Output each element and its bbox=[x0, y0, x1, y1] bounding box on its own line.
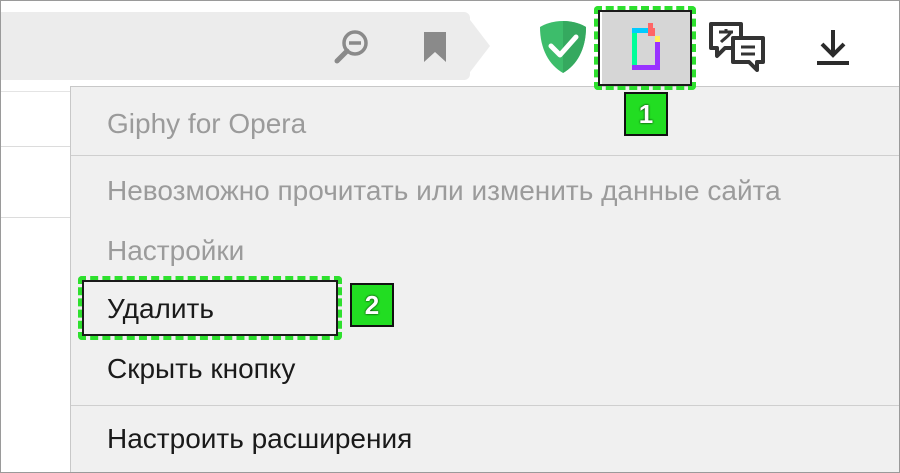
menu-item-settings: Настройки bbox=[107, 235, 245, 266]
menu-title: Giphy for Opera bbox=[107, 108, 307, 139]
menu-item-manage-extensions[interactable]: Настроить расширения bbox=[107, 423, 412, 455]
step-badge-1: 1 bbox=[624, 92, 668, 136]
highlight-frame-giphy bbox=[594, 6, 696, 90]
adguard-shield-icon[interactable] bbox=[534, 18, 592, 76]
menu-separator bbox=[71, 405, 900, 406]
menu-item-site-access: Невозможно прочитать или изменить данные… bbox=[107, 175, 781, 206]
address-bar[interactable] bbox=[0, 12, 470, 80]
menu-item-hide-button[interactable]: Скрыть кнопку bbox=[107, 353, 295, 385]
translator-icon[interactable] bbox=[706, 20, 768, 74]
page-divider bbox=[0, 146, 70, 147]
download-icon[interactable] bbox=[808, 22, 858, 72]
bookmark-icon[interactable] bbox=[418, 28, 452, 66]
address-bar-arrow bbox=[464, 12, 490, 80]
browser-toolbar bbox=[0, 0, 900, 92]
step-badge-2: 2 bbox=[350, 283, 394, 327]
page-divider bbox=[0, 217, 70, 218]
zoom-out-icon[interactable] bbox=[332, 27, 372, 67]
highlight-frame-remove bbox=[78, 276, 342, 340]
menu-separator bbox=[71, 155, 900, 156]
